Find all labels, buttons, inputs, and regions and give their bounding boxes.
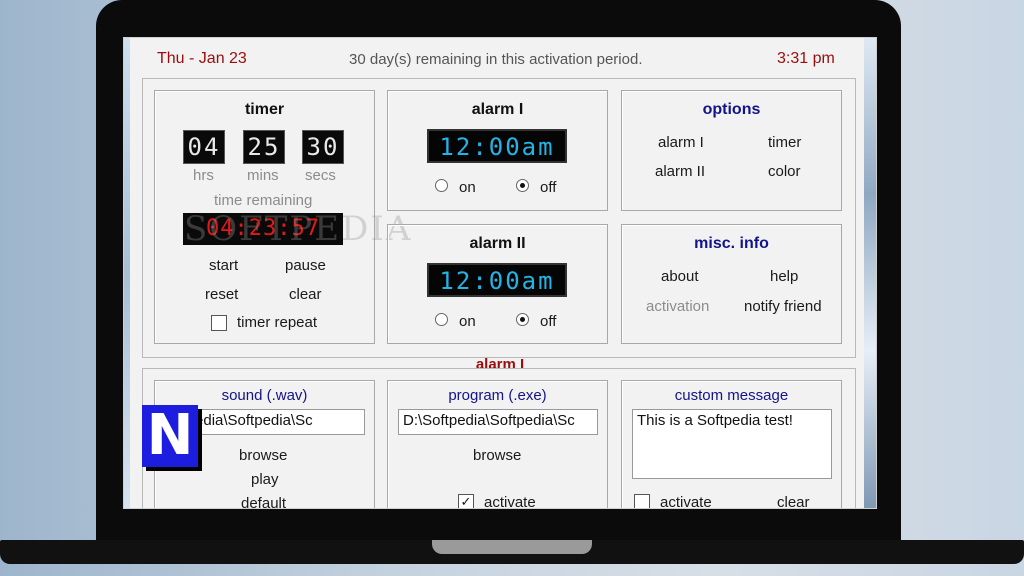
alarm1-off-label: off <box>540 179 557 196</box>
timer-repeat-checkbox[interactable] <box>211 315 227 331</box>
alarm1-time-display[interactable]: 12:00am <box>427 129 567 163</box>
secs-label: secs <box>305 167 336 184</box>
time-remaining-label: time remaining <box>214 192 313 209</box>
sound-play-button[interactable]: play <box>251 471 279 488</box>
alarm1-on-label: on <box>459 179 476 196</box>
message-activate-label: activate <box>660 494 712 509</box>
timer-seconds[interactable]: 30 <box>302 130 344 164</box>
sound-title: sound (.wav) <box>221 387 308 404</box>
misc-info-panel: misc. info about help activation notify … <box>621 224 842 344</box>
custom-message-title: custom message <box>674 387 789 404</box>
program-path-field[interactable]: D:\Softpedia\Softpedia\Sc <box>398 409 598 435</box>
program-panel: program (.exe) D:\Softpedia\Softpedia\Sc… <box>387 380 608 509</box>
hrs-label: hrs <box>193 167 214 184</box>
options-alarm2-button[interactable]: alarm II <box>655 163 705 180</box>
alarm2-panel: alarm II 12:00am on off <box>387 224 608 344</box>
timer-title: timer <box>244 101 285 118</box>
start-button[interactable]: start <box>209 257 238 274</box>
reset-button[interactable]: reset <box>205 286 238 303</box>
program-activate-checkbox[interactable]: ✓ <box>458 494 474 508</box>
mins-label: mins <box>247 167 279 184</box>
alarm2-time-display[interactable]: 12:00am <box>427 263 567 297</box>
misc-info-title: misc. info <box>694 235 769 252</box>
sound-default-button[interactable]: default <box>241 495 286 508</box>
alarm2-off-radio[interactable] <box>516 313 529 326</box>
clear-button[interactable]: clear <box>289 286 322 303</box>
alarm2-off-label: off <box>540 313 557 330</box>
laptop-notch <box>432 540 592 554</box>
current-date: Thu - Jan 23 <box>157 50 247 67</box>
timer-hours[interactable]: 04 <box>183 130 225 164</box>
timer-repeat-label: timer repeat <box>237 314 318 331</box>
options-color-button[interactable]: color <box>768 163 801 180</box>
softpedia-watermark: SOFTPEDIA <box>184 209 413 249</box>
about-button[interactable]: about <box>661 268 699 285</box>
alarm2-on-radio[interactable] <box>435 313 448 326</box>
alarm1-panel: alarm I 12:00am on off <box>387 90 608 211</box>
program-title: program (.exe) <box>448 387 547 404</box>
options-alarm1-button[interactable]: alarm I <box>658 134 704 151</box>
alarm1-on-radio[interactable] <box>435 179 448 192</box>
help-button[interactable]: help <box>770 268 798 285</box>
status-bar: Thu - Jan 23 30 day(s) remaining in this… <box>124 48 876 70</box>
custom-message-field[interactable]: This is a Softpedia test! <box>632 409 832 479</box>
n-logo-overlay: N <box>142 405 198 467</box>
app-window: Thu - Jan 23 30 day(s) remaining in this… <box>123 37 877 509</box>
custom-message-panel: custom message This is a Softpedia test!… <box>621 380 842 509</box>
alarm2-title: alarm II <box>469 235 526 252</box>
pause-button[interactable]: pause <box>285 257 326 274</box>
alarm1-title: alarm I <box>471 101 524 118</box>
options-timer-button[interactable]: timer <box>768 134 801 151</box>
program-browse-button[interactable]: browse <box>473 447 521 464</box>
window-left-edge <box>124 38 130 508</box>
timer-minutes[interactable]: 25 <box>243 130 285 164</box>
message-activate-checkbox[interactable] <box>634 494 650 508</box>
window-right-edge <box>864 38 876 508</box>
notify-friend-button[interactable]: notify friend <box>744 298 822 315</box>
program-activate-label: activate <box>484 494 536 509</box>
alarm1-off-radio[interactable] <box>516 179 529 192</box>
activation-remaining: 30 day(s) remaining in this activation p… <box>349 51 643 68</box>
alarm2-on-label: on <box>459 313 476 330</box>
options-title: options <box>702 101 761 118</box>
message-clear-button[interactable]: clear <box>777 494 810 508</box>
activation-button[interactable]: activation <box>646 298 709 315</box>
current-time: 3:31 pm <box>777 50 835 67</box>
sound-browse-button[interactable]: browse <box>239 447 287 464</box>
options-panel: options alarm I timer alarm II color <box>621 90 842 211</box>
laptop-base <box>0 540 1024 564</box>
